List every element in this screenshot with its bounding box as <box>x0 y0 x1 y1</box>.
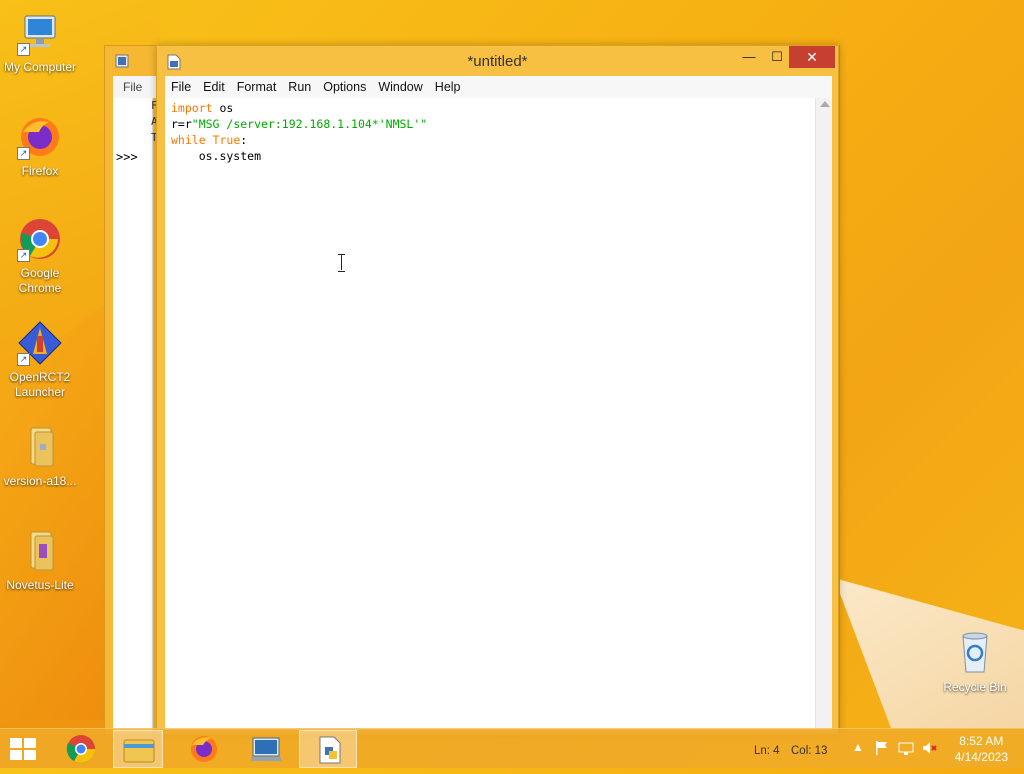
keyword-true: True <box>205 133 241 147</box>
remote-desktop-icon <box>251 737 281 761</box>
keyword-import: import <box>171 101 213 115</box>
code-line-2: r=r"MSG /server:192.168.1.104*'NMSL'" <box>171 116 427 132</box>
idle-editor-window[interactable]: *untitled* — ☐ ✕ File Edit Format Run Option… <box>156 45 839 735</box>
desktop-icon-firefox[interactable]: ↗ Firefox <box>0 114 80 179</box>
desktop-icon-label: Novetus-Lite <box>6 578 74 592</box>
action-center-flag-icon[interactable] <box>874 740 890 759</box>
close-button[interactable]: ✕ <box>789 46 835 68</box>
taskbar-firefox[interactable] <box>175 730 233 768</box>
file-explorer-icon <box>123 739 155 763</box>
shell-text-area[interactable]: F A T >>> <box>113 98 158 730</box>
desktop-icon-novetus-lite[interactable]: Novetus-Lite <box>0 528 80 593</box>
status-column: Col: 13 <box>791 745 828 757</box>
chrome-icon <box>66 735 95 763</box>
code-line-1: import os <box>171 100 427 116</box>
network-icon[interactable] <box>898 740 914 759</box>
desktop-icon-openrct2-launcher[interactable]: ↗ OpenRCT2 Launcher <box>0 320 80 400</box>
chrome-icon: ↗ <box>17 216 63 262</box>
shortcut-arrow-icon: ↗ <box>17 147 30 160</box>
desktop-icon-label: My Computer <box>3 60 77 74</box>
code-text: import os r=r"MSG /server:192.168.1.104*'… <box>171 100 427 164</box>
code-editor[interactable]: import os r=r"MSG /server:192.168.1.104*'… <box>165 98 815 730</box>
clock-date: 4/14/2023 <box>954 750 1008 764</box>
code-token: r=r <box>171 117 192 131</box>
taskbar-remote-desktop[interactable] <box>237 730 295 768</box>
scroll-up-arrow-icon[interactable] <box>820 101 830 107</box>
taskbar <box>0 728 1024 768</box>
menu-file[interactable]: File <box>165 76 197 94</box>
shortcut-arrow-icon: ↗ <box>17 353 30 366</box>
desktop-icon-label: Recycle Bin <box>943 680 1007 694</box>
vertical-scrollbar[interactable] <box>815 98 832 730</box>
taskbar-python-idle[interactable] <box>299 730 357 768</box>
desktop-icon-recycle-bin[interactable]: Recycle Bin <box>935 630 1015 695</box>
shell-menu-file[interactable]: File <box>113 76 152 98</box>
folder-icon <box>17 424 63 470</box>
taskbar-file-explorer[interactable] <box>113 730 163 768</box>
volume-muted-icon[interactable] <box>922 740 938 759</box>
python-idle-icon <box>115 54 129 68</box>
desktop-icon-label: Firefox <box>21 164 59 178</box>
desktop-icon-google-chrome[interactable]: ↗ Google Chrome <box>0 216 80 296</box>
clock-time: 8:52 AM <box>959 734 1004 748</box>
menu-run[interactable]: Run <box>282 76 317 94</box>
code-line-4: os.system <box>171 148 427 164</box>
text-cursor-icon <box>338 254 346 272</box>
menu-options[interactable]: Options <box>317 76 372 94</box>
string-literal: "MSG /server:192.168.1.104*'NMSL'" <box>191 117 428 131</box>
system-clock[interactable]: 8:52 AM 4/14/2023 <box>955 733 1008 765</box>
code-line-3: while True: <box>171 132 427 148</box>
recycle-bin-icon <box>952 630 998 676</box>
menu-help[interactable]: Help <box>429 76 467 94</box>
firefox-icon <box>191 736 217 762</box>
menubar: File Edit Format Run Options Window Help <box>165 76 832 98</box>
code-token: : <box>240 133 248 147</box>
shortcut-arrow-icon: ↗ <box>17 43 30 56</box>
firefox-icon: ↗ <box>17 114 63 160</box>
desktop-icon-label: OpenRCT2 Launcher <box>9 370 71 399</box>
taskbar-chrome[interactable] <box>52 730 110 768</box>
status-line: Ln: 4 <box>754 745 780 757</box>
code-token: os.system <box>171 149 262 163</box>
menu-format[interactable]: Format <box>231 76 283 94</box>
shortcut-arrow-icon: ↗ <box>17 249 30 262</box>
show-hidden-icons-button[interactable]: ▲ <box>852 740 864 754</box>
computer-icon: ↗ <box>17 10 63 56</box>
desktop-icon-version-folder[interactable]: version-a18... <box>0 424 80 489</box>
start-button[interactable] <box>10 738 38 762</box>
keyword-while: while <box>171 133 206 147</box>
shell-prompt: >>> <box>116 150 138 164</box>
desktop-icon-my-computer[interactable]: ↗ My Computer <box>0 10 80 75</box>
menu-edit[interactable]: Edit <box>197 76 231 94</box>
folder-icon <box>17 528 63 574</box>
python-idle-icon <box>319 736 341 764</box>
code-token: os <box>212 101 234 115</box>
openrct2-icon: ↗ <box>17 320 63 366</box>
title-bar[interactable]: *untitled* — ☐ ✕ <box>157 46 838 76</box>
menu-window[interactable]: Window <box>372 76 428 94</box>
desktop-icon-label: version-a18... <box>3 474 77 488</box>
desktop-icon-label: Google Chrome <box>18 266 62 295</box>
